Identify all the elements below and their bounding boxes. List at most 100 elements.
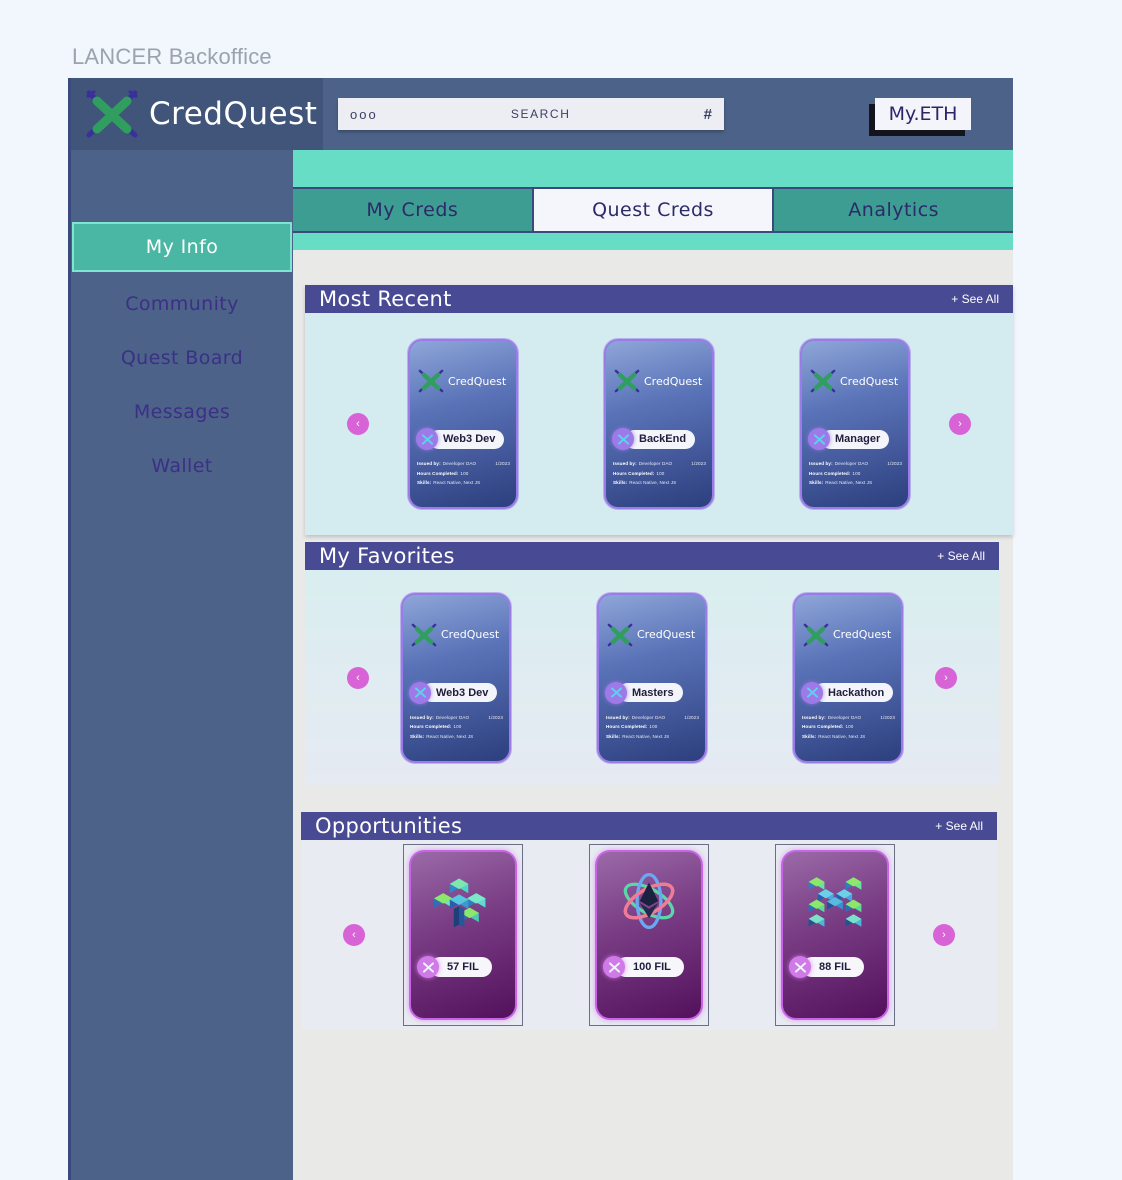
card-brand-row: CredQuest [599,595,705,649]
sidebar-item-wallet[interactable]: Wallet [71,444,293,488]
see-all-link[interactable]: + See All [951,292,999,306]
opportunity-card[interactable]: 100 FIL [589,844,709,1026]
skills-label: Skills: [417,480,432,485]
card-details: Issued by: Developer DAO 1/2023 Hours Co… [613,461,706,490]
card-issuer: Developer DAO [827,714,862,720]
hours-label: Hours Completed: [410,724,452,729]
crossed-swords-logo-icon [86,89,138,138]
card-issuer: Developer DAO [638,461,673,466]
opportunity-card-inner: 100 FIL [595,850,703,1020]
opportunity-card[interactable]: 88 FIL [775,844,895,1026]
section-header: Opportunities + See All [301,812,997,840]
crossed-swords-logo-icon [803,623,829,646]
skills-label: Skills: [410,733,425,739]
card-skills-line: Skills: React Native, Next JS [802,734,895,739]
card-hours-line: Hours Completed: 100 [613,471,706,476]
card-badge-icon [605,681,627,704]
card-details: Issued by: Developer DAO 1/2023 Hours Co… [802,715,895,744]
opportunity-card-inner: 57 FIL [409,850,517,1020]
card-skills: React Native, Next JS [825,480,873,485]
see-all-link[interactable]: + See All [937,549,985,563]
body-row: My Info Community Quest Board Messages W… [71,150,1014,1180]
issued-by-label: Issued by: [802,714,826,720]
section-my-favorites: My Favorites + See All ‹ CredQuest Web3 … [305,542,999,785]
sidebar-item-community[interactable]: Community [71,282,293,326]
card-skills-line: Skills: React Native, Next JS [417,480,510,485]
card-hours: 100 [453,724,462,729]
opportunity-card[interactable]: 57 FIL [403,844,523,1026]
card-badge-icon [801,681,823,704]
card-date: 1/2023 [488,714,503,720]
card-badge-row: Manager [808,428,890,450]
card-details: Issued by: Developer DAO 1/2023 Hours Co… [417,461,510,490]
card-badge-icon [612,428,634,450]
skills-label: Skills: [606,733,621,739]
card-hours: 100 [460,470,469,476]
card-badge-label: Masters [618,683,683,702]
card-hours: 100 [852,470,861,476]
opportunity-amount: 100 FIL [616,957,684,977]
card-date: 1/2023 [880,714,895,720]
card-brand: CredQuest [840,374,899,388]
hours-label: Hours Completed: [802,724,844,729]
app-root: LANCER Backoffice CredQuest ooo SEARCH #… [0,0,1122,1180]
brand-area[interactable]: CredQuest [71,78,323,150]
card-date: 1/2023 [887,461,902,466]
card-skills-line: Skills: React Native, Next JS [606,734,699,739]
cred-card[interactable]: CredQuest Hackathon Issued by: Developer… [793,592,903,763]
tab-strip: My Creds Quest Creds Analytics [293,150,1014,250]
card-issuer-line: Issued by: Developer DAO 1/2023 [417,461,510,466]
card-brand: CredQuest [448,374,507,388]
carousel-next-button[interactable]: › [935,666,957,689]
tab-quest-creds[interactable]: Quest Creds [531,189,775,231]
crossed-swords-logo-icon [418,369,444,393]
opportunity-badge-icon [603,956,625,978]
sidebar-item-my-info[interactable]: My Info [72,222,292,272]
card-badge-label: Manager [821,429,890,449]
cred-card[interactable]: CredQuest Web3 Dev Issued by: Developer … [401,592,511,763]
card-hours-line: Hours Completed: 100 [606,724,699,729]
opportunity-amount: 88 FIL [802,957,864,977]
search-input[interactable]: ooo SEARCH # [338,98,724,130]
hours-label: Hours Completed: [417,470,459,476]
carousel-next-button[interactable]: › [933,924,955,946]
carousel-next-button[interactable]: › [949,413,971,435]
card-issuer: Developer DAO [435,714,470,720]
hours-label: Hours Completed: [606,724,648,729]
card-badge-icon [416,428,438,450]
tab-my-creds[interactable]: My Creds [293,189,532,231]
section-body: ‹ CredQuest Web3 Dev Issued by: Develope… [305,570,999,785]
card-date: 1/2023 [684,714,699,720]
carousel-prev-button[interactable]: ‹ [347,413,369,435]
card-skills: React Native, Next JS [433,480,481,485]
see-all-link[interactable]: + See All [935,819,983,833]
card-details: Issued by: Developer DAO 1/2023 Hours Co… [410,715,503,744]
sidebar-item-messages[interactable]: Messages [71,390,293,434]
card-issuer: Developer DAO [631,714,666,720]
hours-label: Hours Completed: [613,470,655,476]
card-badge-row: Web3 Dev [416,428,505,450]
card-brand: CredQuest [441,628,500,641]
cred-card[interactable]: CredQuest BackEnd Issued by: Developer D… [604,339,714,509]
search-placeholder: SEARCH [510,107,571,121]
carousel-prev-button[interactable]: ‹ [347,666,369,689]
carousel-prev-button[interactable]: ‹ [343,924,365,946]
wallet-button[interactable]: My.ETH [875,98,971,130]
hash-icon: # [703,105,712,123]
cred-card[interactable]: CredQuest Masters Issued by: Developer D… [597,592,707,763]
opportunity-amount-row: 100 FIL [603,956,684,978]
card-issuer-line: Issued by: Developer DAO 1/2023 [802,715,895,720]
card-hours-line: Hours Completed: 100 [802,724,895,729]
hours-label: Hours Completed: [809,470,851,476]
search-dots-icon: ooo [350,106,378,122]
cred-card[interactable]: CredQuest Manager Issued by: Developer D… [800,339,910,509]
card-badge-row: BackEnd [612,428,696,450]
tab-analytics[interactable]: Analytics [774,189,1014,231]
cred-card[interactable]: CredQuest Web3 Dev Issued by: Developer … [408,339,518,509]
crossed-swords-logo-icon [810,369,836,393]
sidebar-item-quest-board[interactable]: Quest Board [71,336,293,380]
skills-label: Skills: [613,480,628,485]
